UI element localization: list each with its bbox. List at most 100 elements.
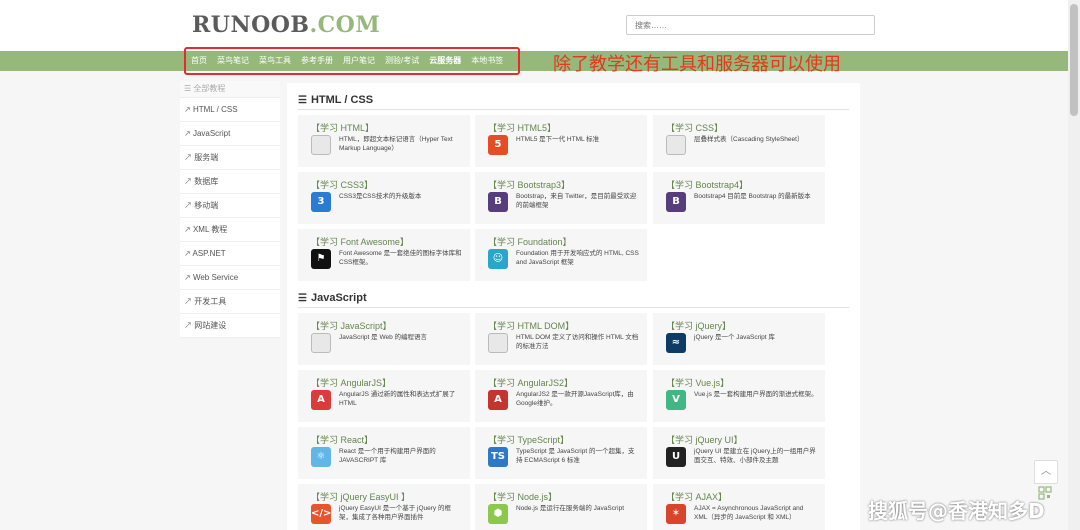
card-description: Foundation 用于开发响应式的 HTML, CSS and JavaSc… bbox=[516, 250, 639, 266]
tutorial-card[interactable]: 【学习 AngularJS2】 A AngularJS2 是一款开源JavaScri… bbox=[475, 370, 647, 422]
card-title[interactable]: 【学习 AJAX】 bbox=[666, 490, 727, 503]
external-link-icon: ↗ bbox=[184, 129, 193, 138]
card-description: jQuery EasyUI 是一个基于 jQuery 的框架，集成了各种用户界面… bbox=[339, 505, 451, 521]
sidebar-item[interactable]: ↗ 开发工具 bbox=[180, 290, 280, 314]
sidebar-item[interactable]: ↗ Web Service bbox=[180, 266, 280, 290]
sidebar-item[interactable]: ↗ HTML / CSS bbox=[180, 98, 280, 122]
card-title[interactable]: 【学习 TypeScript】 bbox=[488, 433, 569, 446]
tutorial-card[interactable]: 【学习 React】 ⚛ React 是一个用于构建用户界面的 JAVASCRIPT… bbox=[298, 427, 470, 479]
nodejs-icon: ⬢ bbox=[488, 504, 508, 524]
tutorial-card[interactable]: 【学习 jQuery】 ≈ jQuery 是一个 JavaScript 库 bbox=[653, 313, 825, 365]
card-title[interactable]: 【学习 Vue.js】 bbox=[666, 376, 729, 389]
card-title[interactable]: 【学习 CSS3】 bbox=[311, 178, 373, 191]
card-title[interactable]: 【学习 HTML DOM】 bbox=[488, 319, 574, 332]
annotation-text: 除了教学还有工具和服务器可以使用 bbox=[553, 54, 841, 75]
tutorial-card[interactable]: 【学习 Node.js】 ⬢ Node.js 是运行在服务端的 JavaScript bbox=[475, 484, 647, 530]
tutorial-card[interactable]: 【学习 AJAX】 ✶ AJAX = Asynchronous JavaScript… bbox=[653, 484, 825, 530]
card-description: HTML5 是下一代 HTML 标准 bbox=[516, 136, 600, 143]
card-title[interactable]: 【学习 jQuery EasyUI 】 bbox=[311, 490, 410, 503]
card-title[interactable]: 【学习 AngularJS】 bbox=[311, 376, 391, 389]
bootstrap4-icon: B bbox=[666, 192, 686, 212]
tutorial-card[interactable]: 【学习 Bootstrap4】 B Bootstrap4 目前是 Bootstrap… bbox=[653, 172, 825, 224]
section-title: ☰ HTML / CSS bbox=[298, 93, 849, 110]
bootstrap-icon: B bbox=[488, 192, 508, 212]
angular2-icon: A bbox=[488, 390, 508, 410]
react-icon: ⚛ bbox=[311, 447, 331, 467]
scrollbar-thumb[interactable] bbox=[1070, 4, 1078, 116]
external-link-icon: ↗ bbox=[184, 297, 195, 306]
card-title[interactable]: 【学习 CSS】 bbox=[666, 121, 723, 134]
external-link-icon: ↗ bbox=[184, 177, 195, 186]
tutorial-card[interactable]: 【学习 TypeScript】 TS TypeScript 是 JavaScript… bbox=[475, 427, 647, 479]
css3-icon: 3 bbox=[311, 192, 331, 212]
tutorial-card[interactable]: 【学习 HTML5】 5 HTML5 是下一代 HTML 标准 bbox=[475, 115, 647, 167]
scrollbar[interactable] bbox=[1068, 0, 1080, 530]
tutorial-card[interactable]: 【学习 Bootstrap3】 B Bootstrap，来自 Twitter，是目前… bbox=[475, 172, 647, 224]
card-title[interactable]: 【学习 JavaScript】 bbox=[311, 319, 392, 332]
card-title[interactable]: 【学习 Foundation】 bbox=[488, 235, 572, 248]
vue-icon: V bbox=[666, 390, 686, 410]
card-description: HTML，即超文本标记语言（Hyper Text Markup Language… bbox=[339, 136, 453, 152]
tutorial-card[interactable]: 【学习 Foundation】 ☺ Foundation 用于开发响应式的 HTML… bbox=[475, 229, 647, 281]
site-logo[interactable]: RUNOOB.COM bbox=[192, 12, 380, 38]
external-link-icon: ↗ bbox=[184, 273, 193, 282]
back-to-top-button[interactable]: ︿ bbox=[1034, 460, 1058, 484]
tutorial-card[interactable]: 【学习 AngularJS】 A AngularJS 通过新的属性和表达式扩展了 H… bbox=[298, 370, 470, 422]
external-link-icon: ↗ bbox=[184, 321, 195, 330]
card-title[interactable]: 【学习 Font Awesome】 bbox=[311, 235, 409, 248]
watermark: 搜狐号@香港知多D bbox=[868, 499, 1045, 523]
card-title[interactable]: 【学习 AngularJS2】 bbox=[488, 376, 573, 389]
highlight-box bbox=[184, 47, 520, 75]
jquery-icon: ≈ bbox=[666, 333, 686, 353]
jqueryui-icon: U bbox=[666, 447, 686, 467]
tutorial-card[interactable]: 【学习 CSS3】 3 CSS3是CSS技术的升级版本 bbox=[298, 172, 470, 224]
sidebar-item[interactable]: ↗ ASP.NET bbox=[180, 242, 280, 266]
section-title: ☰ JavaScript bbox=[298, 291, 849, 308]
sidebar-item[interactable]: ↗ 移动端 bbox=[180, 194, 280, 218]
foundation-icon: ☺ bbox=[488, 249, 508, 269]
card-description: HTML DOM 定义了访问和操作 HTML 文档的标准方法 bbox=[516, 334, 639, 350]
tutorial-card[interactable]: 【学习 jQuery EasyUI 】 </> jQuery EasyUI 是一个基… bbox=[298, 484, 470, 530]
card-title[interactable]: 【学习 React】 bbox=[311, 433, 373, 446]
sidebar-header: ☰ 全部教程 bbox=[180, 81, 280, 98]
card-description: Bootstrap，来自 Twitter，是目前最受欢迎的前端框架 bbox=[516, 193, 637, 209]
tutorial-card[interactable]: 【学习 HTML】 HTML，即超文本标记语言（Hyper Text Markup… bbox=[298, 115, 470, 167]
external-link-icon: ↗ bbox=[184, 201, 195, 210]
card-title[interactable]: 【学习 jQuery】 bbox=[666, 319, 731, 332]
chevron-up-icon: ︿ bbox=[1041, 466, 1051, 477]
card-description: 层叠样式表（Cascading StyleSheet） bbox=[694, 136, 804, 143]
card-title[interactable]: 【学习 Bootstrap4】 bbox=[666, 178, 748, 191]
tutorial-card[interactable]: 【学习 HTML DOM】 HTML DOM 定义了访问和操作 HTML 文档的标… bbox=[475, 313, 647, 365]
sidebar-item[interactable]: ↗ XML 教程 bbox=[180, 218, 280, 242]
card-description: jQuery UI 是建立在 jQuery上的一组用户界面交互、特效、小部件及主… bbox=[694, 448, 816, 464]
dom-doc-icon bbox=[488, 333, 508, 353]
external-link-icon: ↗ bbox=[184, 153, 195, 162]
card-description: Font Awesome 是一套绝佳的图标字体库和CSS框架。 bbox=[339, 250, 462, 266]
card-description: TypeScript 是 JavaScript 的一个超集，支持 ECMAScr… bbox=[516, 448, 635, 464]
top-nav-bar: 首页 菜鸟笔记 菜鸟工具 参考手册 用户笔记 测验/考试 云服务器 本地书签 bbox=[0, 51, 1068, 71]
card-title[interactable]: 【学习 Bootstrap3】 bbox=[488, 178, 570, 191]
js-doc-icon bbox=[311, 333, 331, 353]
external-link-icon: ↗ bbox=[184, 105, 193, 114]
tutorial-card[interactable]: 【学习 Vue.js】 V Vue.js 是一套构建用户界面的渐进式框架。 bbox=[653, 370, 825, 422]
card-description: JavaScript 是 Web 的编程语言 bbox=[339, 334, 428, 341]
tutorial-card[interactable]: 【学习 Font Awesome】 ⚑ Font Awesome 是一套绝佳的图标字… bbox=[298, 229, 470, 281]
card-title[interactable]: 【学习 Node.js】 bbox=[488, 490, 557, 503]
sidebar-item[interactable]: ↗ 网站建设 bbox=[180, 314, 280, 338]
flag-icon: ⚑ bbox=[311, 249, 331, 269]
card-title[interactable]: 【学习 HTML】 bbox=[311, 121, 374, 134]
typescript-icon: TS bbox=[488, 447, 508, 467]
card-description: AJAX = Asynchronous JavaScript and XML（异… bbox=[694, 505, 804, 521]
card-description: CSS3是CSS技术的升级版本 bbox=[339, 193, 422, 200]
card-description: AngularJS 通过新的属性和表达式扩展了 HTML bbox=[339, 391, 456, 407]
sidebar-item[interactable]: ↗ 数据库 bbox=[180, 170, 280, 194]
tutorial-card[interactable]: 【学习 CSS】层叠样式表（Cascading StyleSheet） bbox=[653, 115, 825, 167]
easyui-icon: </> bbox=[311, 504, 331, 524]
sidebar-item[interactable]: ↗ JavaScript bbox=[180, 122, 280, 146]
tutorial-card[interactable]: 【学习 jQuery UI】 UjQuery UI 是建立在 jQuery上的一组… bbox=[653, 427, 825, 479]
card-title[interactable]: 【学习 jQuery UI】 bbox=[666, 433, 743, 446]
search-input[interactable] bbox=[626, 15, 875, 35]
tutorial-card[interactable]: 【学习 JavaScript】 JavaScript 是 Web 的编程语言 bbox=[298, 313, 470, 365]
card-title[interactable]: 【学习 HTML5】 bbox=[488, 121, 556, 134]
sidebar-item[interactable]: ↗ 服务端 bbox=[180, 146, 280, 170]
